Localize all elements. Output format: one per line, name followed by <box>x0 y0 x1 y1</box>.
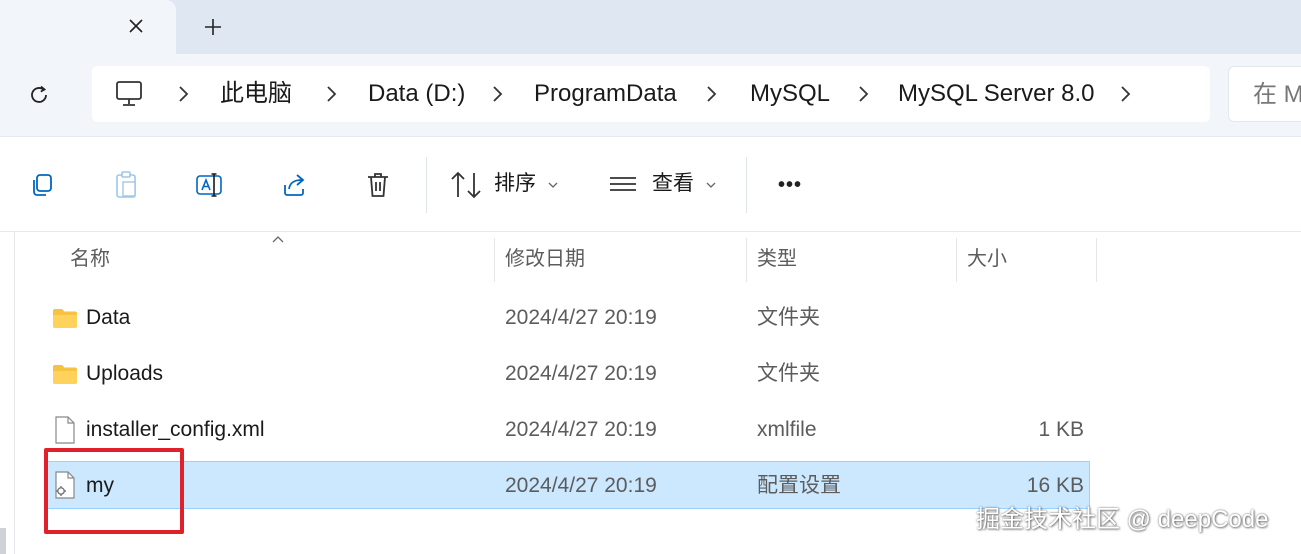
scrollbar-thumb[interactable] <box>0 528 6 554</box>
address-row: 此电脑 Data (D:) ProgramData MySQL MySQL Se… <box>0 54 1301 136</box>
column-separator[interactable] <box>1096 238 1097 282</box>
file-type: xmlfile <box>757 418 817 441</box>
toolbar-separator <box>426 157 427 213</box>
column-separator[interactable] <box>746 238 747 282</box>
file-name: Uploads <box>86 362 164 385</box>
column-separator[interactable] <box>494 238 495 282</box>
share-icon <box>284 174 305 196</box>
chevron-down-icon <box>706 182 716 188</box>
table-row-selected[interactable]: my 2024/4/27 20:19 配置设置 16 KB <box>44 461 1090 509</box>
paste-button[interactable] <box>106 165 146 205</box>
folder-icon <box>53 309 77 328</box>
file-list: 名称 修改日期 类型 大小 Data 2024/4/27 20:19 文件夹 U… <box>0 232 1301 554</box>
copy-button[interactable] <box>22 165 62 205</box>
share-button[interactable] <box>274 165 314 205</box>
file-modified: 2024/4/27 20:19 <box>505 474 657 497</box>
file-type: 配置设置 <box>757 474 841 497</box>
file-name: Data <box>86 306 131 329</box>
column-header-modified[interactable]: 修改日期 <box>505 244 585 274</box>
chevron-right-icon[interactable] <box>1118 84 1132 104</box>
delete-button[interactable] <box>358 165 398 205</box>
file-modified: 2024/4/27 20:19 <box>505 418 657 441</box>
refresh-icon <box>31 85 47 103</box>
list-view-icon <box>610 177 636 191</box>
computer-icon <box>116 81 142 106</box>
search-placeholder: 在 M <box>1253 81 1301 108</box>
column-separator[interactable] <box>956 238 957 282</box>
column-header-name[interactable]: 名称 <box>70 244 110 274</box>
search-box[interactable]: 在 M <box>1228 66 1301 122</box>
file-modified: 2024/4/27 20:19 <box>505 362 657 385</box>
breadcrumb-this-pc[interactable]: 此电脑 <box>220 78 292 110</box>
rename-icon <box>196 173 222 197</box>
close-tab-button[interactable] <box>120 10 152 42</box>
file-icon <box>55 416 75 444</box>
column-header-size[interactable]: 大小 <box>967 244 1007 274</box>
tab-strip <box>0 0 1301 54</box>
config-file-icon <box>55 471 75 499</box>
plus-icon <box>205 19 221 35</box>
table-row[interactable]: Data 2024/4/27 20:19 文件夹 <box>44 294 1090 342</box>
column-header-type[interactable]: 类型 <box>757 244 797 274</box>
active-tab[interactable] <box>0 0 176 54</box>
close-icon <box>129 19 143 33</box>
chevron-down-icon <box>548 182 558 188</box>
rename-button[interactable] <box>190 165 230 205</box>
trash-icon <box>368 173 388 197</box>
clipboard-icon <box>116 171 136 198</box>
table-row[interactable]: Uploads 2024/4/27 20:19 文件夹 <box>44 350 1090 398</box>
table-row[interactable]: installer_config.xml 2024/4/27 20:19 xml… <box>44 406 1090 454</box>
file-size: 1 KB <box>1038 418 1084 441</box>
command-bar: 排序 查看 ••• <box>0 136 1301 232</box>
file-name: my <box>86 474 114 497</box>
file-type: 文件夹 <box>757 306 820 329</box>
folder-icon <box>53 365 77 384</box>
breadcrumb-programdata[interactable]: ProgramData <box>534 78 677 110</box>
file-name: installer_config.xml <box>86 418 265 441</box>
more-icon: ••• <box>777 173 802 196</box>
copy-icon <box>33 174 52 196</box>
chevron-right-icon <box>327 86 337 102</box>
sort-icon <box>451 171 481 199</box>
file-modified: 2024/4/27 20:19 <box>505 306 657 329</box>
new-tab-button[interactable] <box>196 10 230 44</box>
watermark: 掘金技术社区 @ deepCode <box>976 506 1269 533</box>
chevron-right-icon <box>493 86 503 102</box>
file-type: 文件夹 <box>757 362 820 385</box>
address-bar[interactable]: 此电脑 Data (D:) ProgramData MySQL MySQL Se… <box>92 66 1210 122</box>
sort-label: 排序 <box>494 172 536 195</box>
refresh-button[interactable] <box>20 76 58 114</box>
breadcrumb-data-drive[interactable]: Data (D:) <box>368 78 465 110</box>
file-size: 16 KB <box>1026 474 1084 497</box>
more-options-button[interactable]: ••• <box>770 165 810 205</box>
toolbar-separator <box>746 157 747 213</box>
chevron-right-icon <box>707 86 717 102</box>
view-label: 查看 <box>652 172 694 195</box>
breadcrumb-mysql-server[interactable]: MySQL Server 8.0 <box>898 78 1095 110</box>
chevron-right-icon <box>859 86 869 102</box>
breadcrumb-mysql[interactable]: MySQL <box>750 78 830 110</box>
pane-divider <box>14 232 15 554</box>
chevron-right-icon <box>179 86 189 102</box>
sort-ascending-icon <box>272 236 284 243</box>
